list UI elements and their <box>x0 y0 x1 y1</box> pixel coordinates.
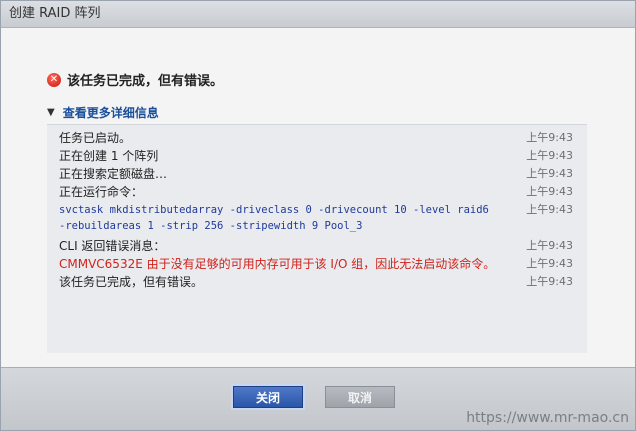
log-time: 上午9:43 <box>526 203 573 216</box>
log-message: 正在运行命令： <box>59 185 144 199</box>
details-toggle-label[interactable]: 查看更多详细信息 <box>63 104 159 121</box>
log-row: 正在创建 1 个阵列 上午9:43 <box>59 148 575 164</box>
status-message: 该任务已完成，但有错误。 <box>67 74 224 89</box>
dialog-body: ✕ 该任务已完成，但有错误。 ▼ 查看更多详细信息 任务已启动。 上午9:43 … <box>1 28 635 368</box>
status-row: ✕ 该任务已完成，但有错误。 <box>47 70 223 89</box>
log-row-command: svctask mkdistributedarray -driveclass 0… <box>59 202 575 234</box>
dialog-footer: 关闭 取消 https://www.mr-mao.cn <box>1 367 635 430</box>
log-message: 正在搜索定额磁盘… <box>59 167 168 181</box>
dialog-title: 创建 RAID 阵列 <box>1 1 635 28</box>
cancel-button[interactable]: 取消 <box>325 386 395 408</box>
log-message: 正在创建 1 个阵列 <box>59 149 159 163</box>
log-row: CLI 返回错误消息： 上午9:43 <box>59 238 575 254</box>
log-command: svctask mkdistributedarray -driveclass 0… <box>59 204 489 232</box>
log-time: 上午9:43 <box>526 185 573 198</box>
log-message: CLI 返回错误消息： <box>59 239 166 253</box>
log-row-error: CMMVC6532E 由于没有足够的可用内存可用于该 I/O 组，因此无法启动该… <box>59 256 575 272</box>
error-icon: ✕ <box>47 72 61 87</box>
triangle-down-icon: ▼ <box>47 107 55 118</box>
log-time: 上午9:43 <box>526 149 573 162</box>
watermark: https://www.mr-mao.cn <box>466 410 629 426</box>
close-button[interactable]: 关闭 <box>233 386 303 408</box>
log-message: 该任务已完成，但有错误。 <box>59 275 204 289</box>
log-time: 上午9:43 <box>526 131 573 144</box>
log-message: 任务已启动。 <box>59 131 132 145</box>
log-row: 正在运行命令： 上午9:43 <box>59 184 575 200</box>
log-time: 上午9:43 <box>526 275 573 288</box>
details-toggle[interactable]: ▼ 查看更多详细信息 <box>47 104 159 121</box>
log-row: 任务已启动。 上午9:43 <box>59 130 575 146</box>
log-time: 上午9:43 <box>526 257 573 270</box>
log-error-message: CMMVC6532E 由于没有足够的可用内存可用于该 I/O 组，因此无法启动该… <box>59 257 496 271</box>
log-time: 上午9:43 <box>526 239 573 252</box>
log-row: 该任务已完成，但有错误。 上午9:43 <box>59 274 575 290</box>
log-row: 正在搜索定额磁盘… 上午9:43 <box>59 166 575 182</box>
log-time: 上午9:43 <box>526 167 573 180</box>
create-raid-dialog: 创建 RAID 阵列 ✕ 该任务已完成，但有错误。 ▼ 查看更多详细信息 任务已… <box>0 0 636 431</box>
log-panel: 任务已启动。 上午9:43 正在创建 1 个阵列 上午9:43 正在搜索定额磁盘… <box>47 124 587 353</box>
